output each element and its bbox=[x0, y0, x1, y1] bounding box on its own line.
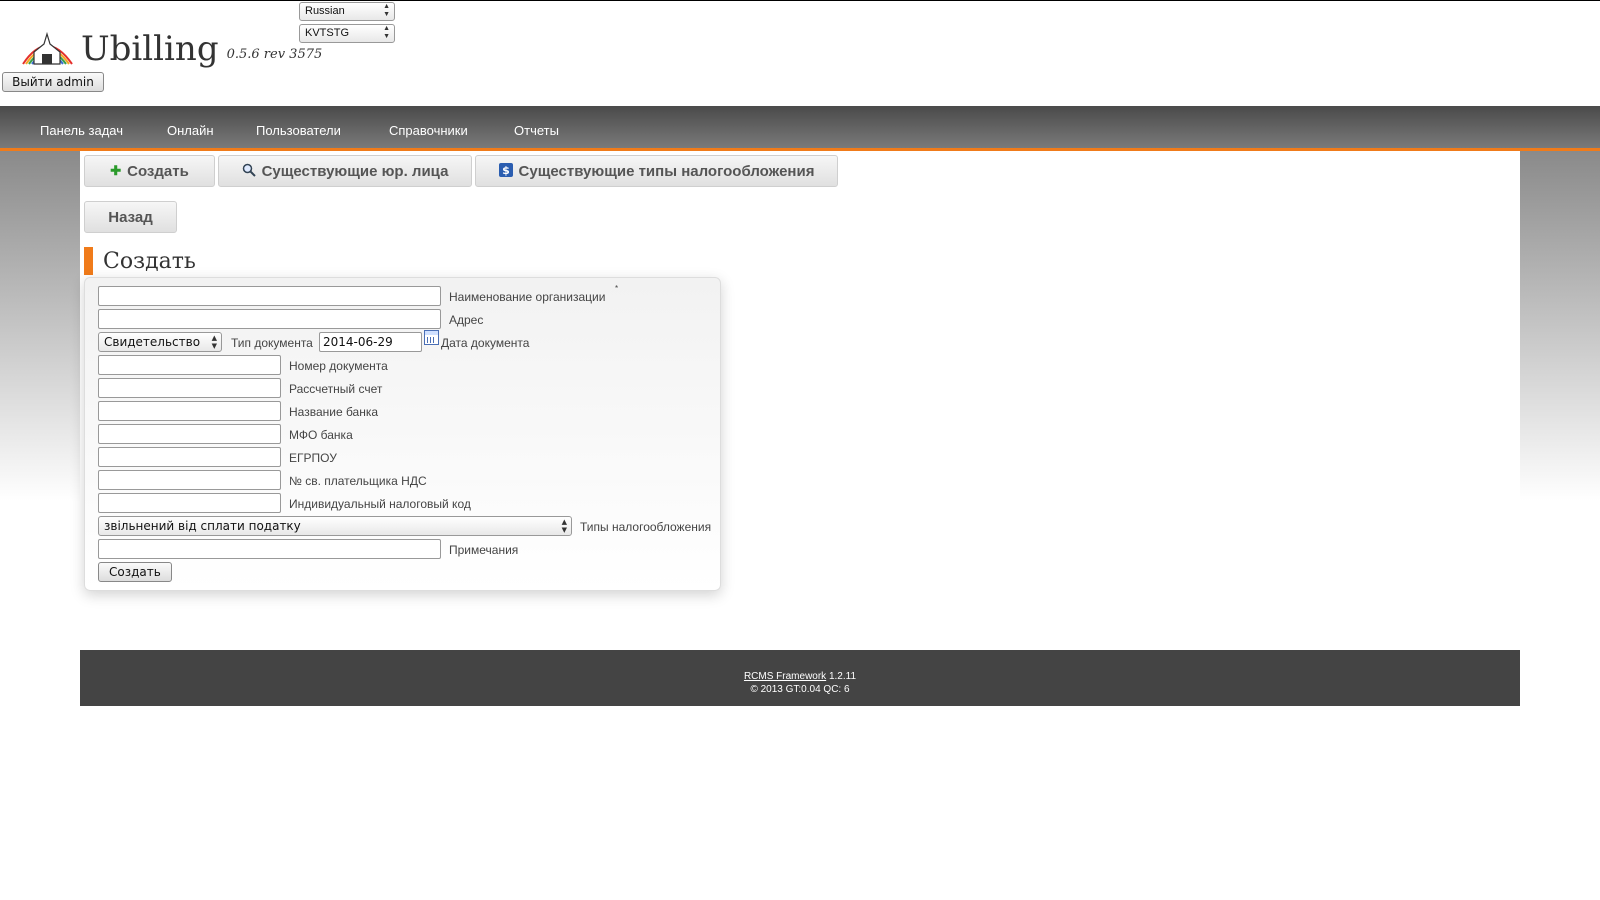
existing-entities-label: Существующие юр. лица bbox=[261, 162, 449, 180]
bank-name-label: Название банка bbox=[289, 405, 379, 419]
logout-button[interactable]: Выйти admin bbox=[2, 72, 104, 92]
language-select-value: Russian bbox=[305, 5, 345, 17]
create-tab-label: Создать bbox=[127, 162, 189, 180]
dollar-icon: $ bbox=[498, 162, 513, 180]
egrpou-input[interactable] bbox=[98, 447, 281, 467]
doc-number-label: Номер документа bbox=[289, 359, 388, 373]
vat-cert-label: № св. плательщика НДС bbox=[289, 474, 427, 488]
top-border bbox=[0, 0, 1600, 1]
required-mark: * bbox=[615, 284, 619, 293]
select-arrows-icon: ▲ ▼ bbox=[211, 334, 217, 350]
tax-types-label: Существующие типы налогообложения bbox=[518, 162, 815, 180]
footer-copyright: © 2013 GT:0.04 QC: 6 bbox=[750, 684, 850, 695]
main-nav: Панель задач Онлайн Пользователи Справоч… bbox=[0, 106, 1600, 151]
page-heading: Создать bbox=[84, 247, 196, 275]
account-input[interactable] bbox=[98, 378, 281, 398]
calendar-icon[interactable] bbox=[424, 330, 439, 345]
tax-type-value: звільнений від сплати податку bbox=[104, 519, 301, 533]
address-label: Адрес bbox=[449, 313, 484, 327]
bank-name-input[interactable] bbox=[98, 401, 281, 421]
doc-number-input[interactable] bbox=[98, 355, 281, 375]
skin-select-value: KVTSTG bbox=[305, 27, 350, 39]
egrpou-label: ЕГРПОУ bbox=[289, 451, 337, 465]
create-tab-button[interactable]: ✚ Создать bbox=[84, 155, 215, 187]
nav-item-directories[interactable]: Справочники bbox=[389, 123, 468, 138]
bank-mfo-input[interactable] bbox=[98, 424, 281, 444]
nav-item-online[interactable]: Онлайн bbox=[167, 123, 214, 138]
plus-icon: ✚ bbox=[110, 163, 122, 178]
inn-input[interactable] bbox=[98, 493, 281, 513]
submit-button[interactable]: Создать bbox=[98, 562, 172, 582]
logo-icon bbox=[22, 31, 73, 65]
svg-text:$: $ bbox=[502, 164, 510, 177]
existing-entities-button[interactable]: Существующие юр. лица bbox=[218, 155, 472, 187]
vat-cert-input[interactable] bbox=[98, 470, 281, 490]
doc-type-select[interactable]: Свидетельство ▲ ▼ bbox=[98, 332, 222, 352]
tax-type-label: Типы налогообложения bbox=[580, 520, 712, 534]
app-title: Ubilling bbox=[81, 29, 219, 69]
org-name-input[interactable] bbox=[98, 286, 441, 306]
inn-label: Индивидуальный налоговый код bbox=[289, 497, 471, 511]
language-select[interactable]: Russian ▲ ▼ bbox=[299, 2, 395, 21]
tax-type-select[interactable]: звільнений від сплати податку ▲ ▼ bbox=[98, 516, 572, 536]
nav-item-taskbar[interactable]: Панель задач bbox=[40, 123, 123, 138]
back-button[interactable]: Назад bbox=[84, 201, 177, 233]
nav-item-users[interactable]: Пользователи bbox=[256, 123, 341, 138]
doc-type-label: Тип документа bbox=[231, 336, 313, 350]
notes-label: Примечания bbox=[449, 543, 519, 557]
magnifier-icon bbox=[242, 163, 256, 180]
org-name-label: Наименование организации bbox=[449, 290, 606, 304]
notes-input[interactable] bbox=[98, 539, 441, 559]
footer-framework: RCMS Framework 1.2.11 bbox=[80, 671, 1520, 682]
skin-select[interactable]: KVTSTG ▲ ▼ bbox=[299, 24, 395, 43]
back-label: Назад bbox=[108, 208, 153, 226]
address-input[interactable] bbox=[98, 309, 441, 329]
nav-item-reports[interactable]: Отчеты bbox=[514, 123, 559, 138]
select-arrows-icon: ▲ ▼ bbox=[383, 3, 390, 18]
framework-version: 1.2.11 bbox=[828, 671, 857, 682]
logo[interactable]: Ubilling 0.5.6 rev 3575 bbox=[20, 30, 322, 66]
create-form: Наименование организации * Адрес Свидете… bbox=[84, 277, 721, 591]
tax-types-button[interactable]: $ Существующие типы налогообложения bbox=[475, 155, 838, 187]
bank-mfo-label: МФО банка bbox=[289, 428, 353, 442]
framework-link[interactable]: RCMS Framework bbox=[744, 671, 826, 682]
heading-accent-bar bbox=[84, 247, 93, 275]
doc-type-value: Свидетельство bbox=[104, 335, 201, 349]
account-label: Рассчетный счет bbox=[289, 382, 383, 396]
doc-date-input[interactable] bbox=[319, 332, 422, 352]
select-arrows-icon: ▲ ▼ bbox=[561, 518, 567, 534]
footer: RCMS Framework 1.2.11 © 2013 GT:0.04 QC:… bbox=[80, 650, 1520, 706]
page-title: Создать bbox=[103, 248, 196, 274]
select-arrows-icon: ▲ ▼ bbox=[383, 25, 390, 40]
app-version: 0.5.6 rev 3575 bbox=[226, 47, 323, 62]
main-content: ✚ Создать Существующие юр. лица $ Сущест… bbox=[80, 151, 1520, 651]
doc-date-label: Дата документа bbox=[441, 336, 530, 350]
